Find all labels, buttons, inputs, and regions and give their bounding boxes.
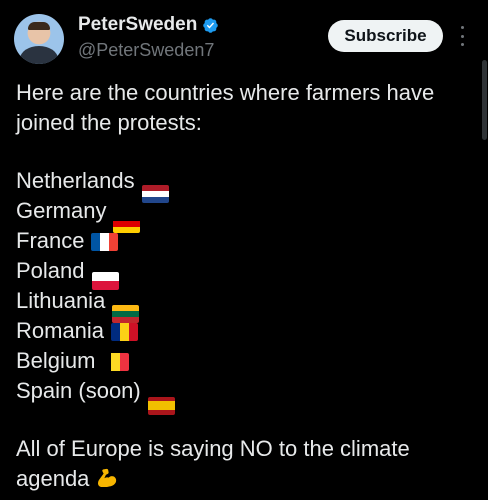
- country-name: Germany: [16, 198, 107, 223]
- country-line: Romania: [16, 316, 472, 346]
- author-handle[interactable]: @PeterSweden7: [78, 40, 214, 61]
- country-line: France: [16, 226, 472, 256]
- tweet-text: Here are the countries where farmers hav…: [16, 78, 472, 494]
- author-name[interactable]: PeterSweden: [78, 14, 197, 36]
- flag-stripe: [100, 233, 110, 251]
- country-name: Poland: [16, 258, 85, 283]
- tweet-intro-line-2: joined the protests:: [16, 110, 202, 135]
- country-line: Netherlands: [16, 166, 472, 203]
- avatar[interactable]: [14, 14, 64, 64]
- country-name: Lithuania: [16, 288, 106, 313]
- more-vertical-icon[interactable]: [456, 22, 468, 50]
- country-line: Belgium: [16, 346, 472, 376]
- avatar-body: [20, 46, 58, 64]
- flag-stripe: [91, 233, 101, 251]
- country-name: Spain (soon): [16, 378, 141, 403]
- country-name: Belgium: [16, 348, 96, 373]
- tweet-closing-line-1: All of Europe is saying NO to the climat…: [16, 436, 410, 461]
- flag-icon: [111, 323, 139, 341]
- country-line: Poland: [16, 256, 472, 290]
- paragraph-break: [16, 406, 472, 434]
- author-name-row[interactable]: PeterSweden: [78, 14, 219, 36]
- country-list: Netherlands Germany France Poland Lithuania R…: [16, 166, 472, 415]
- tweet-header: PeterSweden @PeterSweden7 Subscribe: [0, 0, 488, 76]
- flag-stripe: [111, 353, 121, 371]
- paragraph-break: [16, 138, 472, 166]
- flag-stripe: [147, 410, 175, 415]
- country-line: Spain (soon): [16, 376, 472, 415]
- scrollbar[interactable]: [482, 60, 487, 140]
- flag-icon: [91, 233, 119, 251]
- tweet-closing-text: agenda: [16, 466, 90, 491]
- subscribe-button[interactable]: Subscribe: [328, 20, 443, 52]
- country-line: Germany: [16, 196, 472, 233]
- country-name: Romania: [16, 318, 105, 343]
- country-name: France: [16, 228, 85, 253]
- country-name: Netherlands: [16, 168, 135, 193]
- avatar-hair: [28, 22, 50, 30]
- verified-badge-icon: [203, 17, 219, 33]
- flag-stripe: [102, 353, 112, 371]
- flag-icon: [141, 185, 169, 203]
- flag-stripe: [91, 272, 119, 281]
- flexed-biceps-icon: [98, 468, 117, 487]
- flag-stripe: [109, 233, 119, 251]
- flag-stripe: [141, 197, 169, 203]
- flag-stripe: [120, 323, 130, 341]
- flag-icon: [102, 353, 130, 371]
- tweet-intro-line-1: Here are the countries where farmers hav…: [16, 80, 435, 105]
- tweet-closing-line-2: agenda: [16, 464, 472, 494]
- flag-stripe: [111, 323, 121, 341]
- flag-stripe: [129, 323, 139, 341]
- country-line: Lithuania: [16, 286, 472, 323]
- flag-icon: [147, 396, 175, 415]
- flag-stripe: [120, 353, 130, 371]
